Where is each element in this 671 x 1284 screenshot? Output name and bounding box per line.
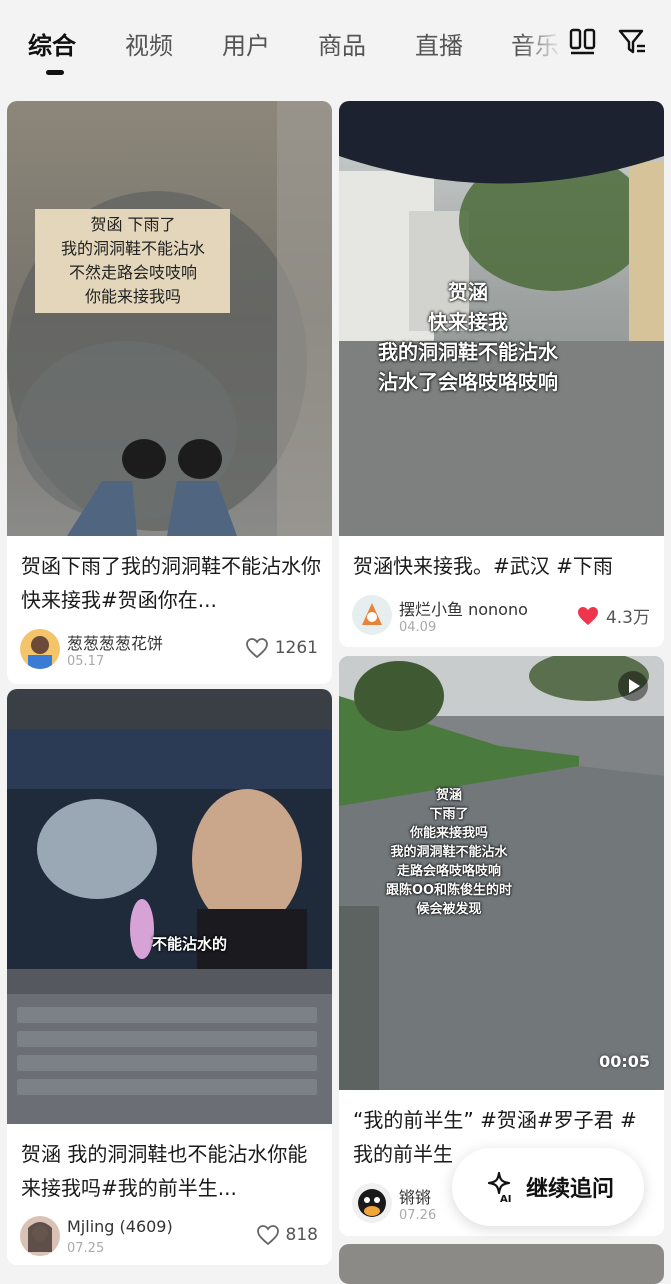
- search-tab-bar: 综合 视频 用户 商品 直播 音乐: [0, 0, 671, 92]
- continue-ask-label: 继续追问: [525, 1177, 614, 1202]
- result-card[interactable]: 贺涵 快来接我 我的洞洞鞋不能沾水 沾水了会咯吱咯吱响 贺涵快来接我。#武汉 #…: [339, 101, 664, 647]
- heart-outline-icon: [245, 638, 268, 659]
- result-card[interactable]: 贺函 下雨了 我的洞洞鞋不能沾水 不然走路会吱吱响 你能来接我吗 贺函下雨了我的…: [7, 101, 332, 684]
- like-count[interactable]: 1261: [245, 637, 318, 659]
- card-title: 贺涵 我的洞洞鞋也不能沾水你能来接我吗#我的前半生...: [21, 1142, 308, 1200]
- ai-sparkle-icon: AI: [487, 1171, 511, 1204]
- tab-overflow-fade: [520, 18, 570, 66]
- video-caption-overlay: 贺涵 快来接我 我的洞洞鞋不能沾水 沾水了会咯吱咯吱响: [378, 280, 558, 394]
- avatar[interactable]: [352, 1183, 392, 1223]
- avatar[interactable]: [20, 1216, 60, 1256]
- author-name[interactable]: 葱葱葱葱花饼: [67, 630, 163, 654]
- avatar[interactable]: [352, 595, 392, 635]
- video-subtitle: 不能沾水的: [152, 935, 228, 953]
- card-thumbnail: [7, 101, 332, 536]
- like-count-label: 818: [285, 1225, 318, 1245]
- tab-users[interactable]: 用户: [222, 26, 270, 61]
- post-date: 04.09: [399, 620, 437, 635]
- dual-column-icon[interactable]: [568, 26, 598, 56]
- author-name[interactable]: 锵锵: [399, 1184, 431, 1208]
- tab-all[interactable]: 综合: [28, 26, 76, 61]
- heart-outline-icon: [256, 1225, 279, 1246]
- like-count[interactable]: 818: [256, 1224, 318, 1246]
- card-thumbnail: [7, 689, 332, 1124]
- result-card[interactable]: [339, 1244, 664, 1284]
- svg-text:AI: AI: [500, 1194, 511, 1204]
- post-date: 05.17: [67, 654, 105, 669]
- tab-video[interactable]: 视频: [125, 26, 173, 61]
- like-count-label: 4.3万: [605, 608, 650, 628]
- active-tab-indicator: [46, 70, 64, 75]
- author-name[interactable]: 摆烂小鱼 nonono: [399, 596, 528, 620]
- tab-goods[interactable]: 商品: [318, 26, 366, 61]
- card-title: 贺函下雨了我的洞洞鞋不能沾水你快来接我#贺函你在...: [21, 554, 321, 612]
- heart-filled-icon: [577, 606, 598, 625]
- post-date: 07.26: [399, 1208, 437, 1223]
- post-date: 07.25: [67, 1241, 105, 1256]
- video-duration: 00:05: [599, 1052, 650, 1071]
- video-caption-overlay: 贺涵 下雨了 你能来接我吗 我的洞洞鞋不能沾水 走路会咯吱咯吱响 跟陈OO和陈俊…: [385, 788, 513, 917]
- tab-live[interactable]: 直播: [415, 26, 463, 61]
- like-count-label: 1261: [274, 638, 318, 658]
- card-title: 贺涵快来接我。#武汉 #下雨: [353, 554, 613, 578]
- author-name[interactable]: Mjling (4609): [67, 1217, 173, 1236]
- filter-icon[interactable]: [617, 26, 647, 56]
- result-card[interactable]: 不能沾水的 贺涵 我的洞洞鞋也不能沾水你能来接我吗#我的前半生... Mjlin…: [7, 689, 332, 1265]
- handwritten-note: 贺函 下雨了 我的洞洞鞋不能沾水 不然走路会吱吱响 你能来接我吗: [60, 215, 205, 306]
- continue-ask-button[interactable]: AI 继续追问: [452, 1148, 644, 1226]
- avatar[interactable]: [20, 629, 60, 669]
- play-icon: [618, 671, 648, 701]
- like-count[interactable]: 4.3万: [576, 603, 650, 628]
